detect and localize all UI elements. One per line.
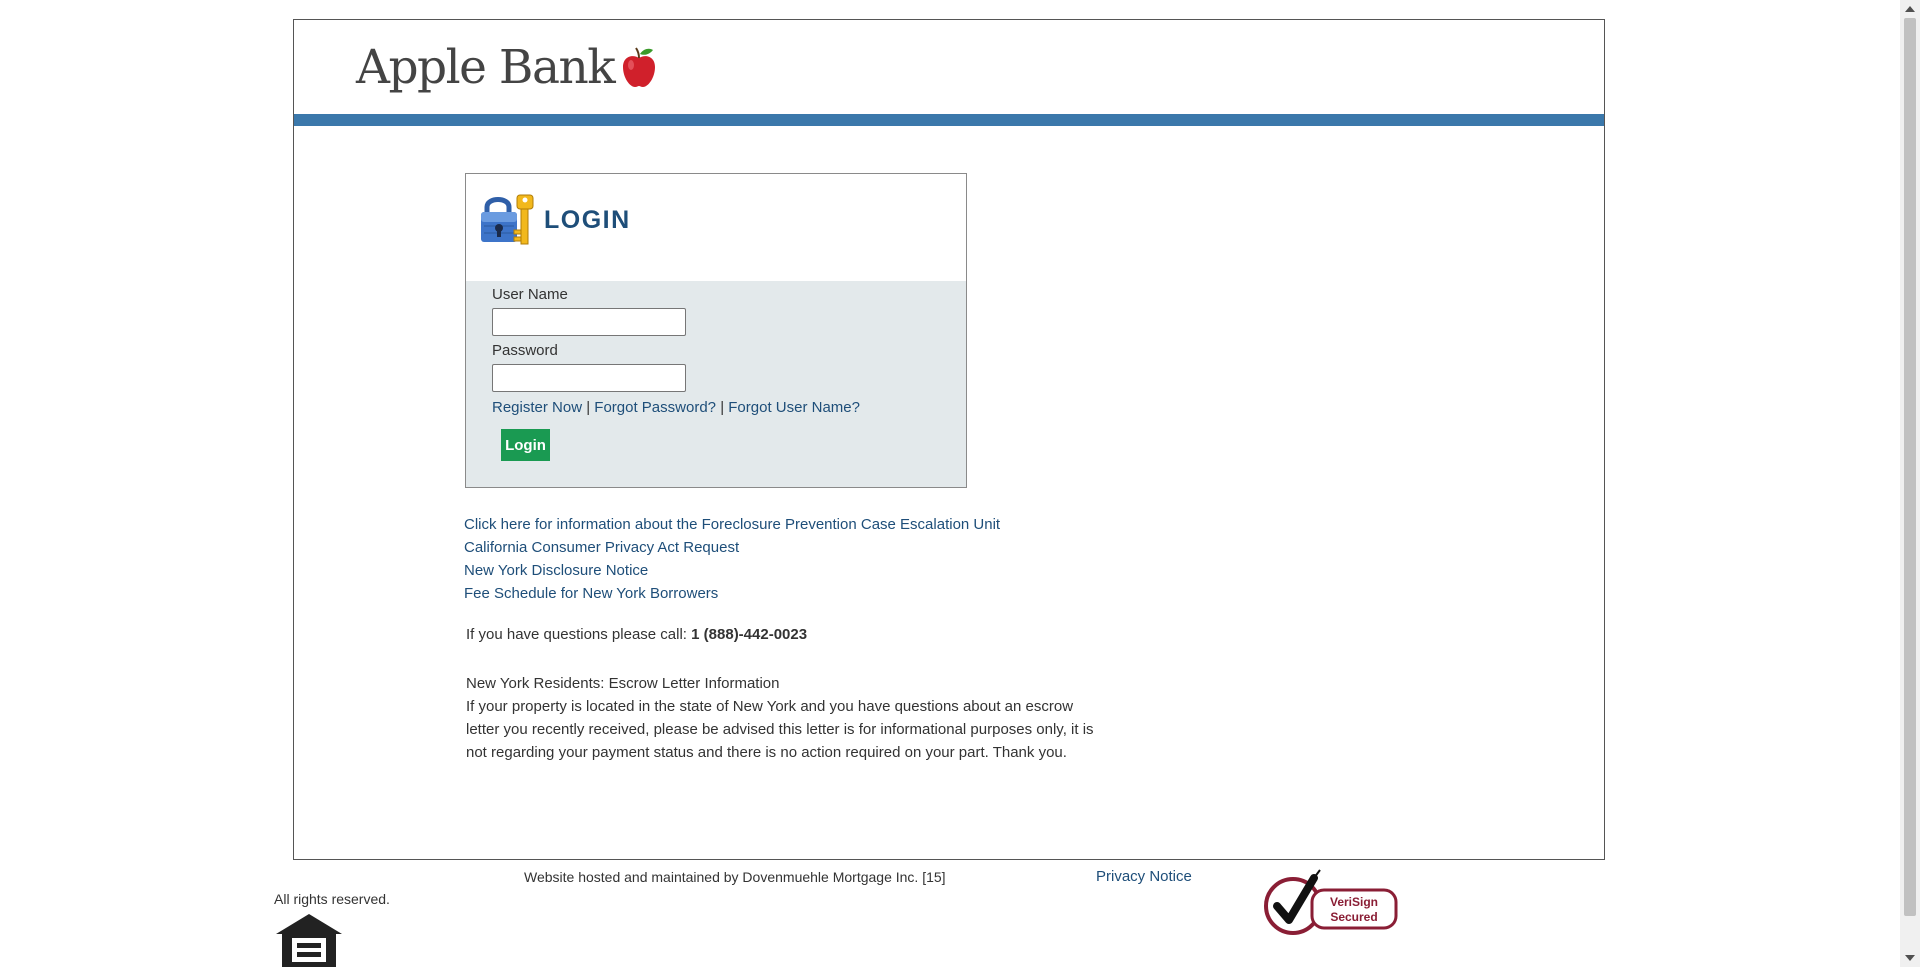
verisign-line2: Secured — [1330, 910, 1377, 924]
verisign-line1: VeriSign — [1330, 895, 1378, 909]
apple-logo-icon — [620, 45, 658, 94]
fee-schedule-link[interactable]: Fee Schedule for New York Borrowers — [464, 582, 1000, 605]
login-title: LOGIN — [544, 206, 631, 234]
apple-bank-logo[interactable]: Apple Bank — [356, 41, 658, 94]
login-button[interactable]: Login — [501, 429, 550, 461]
link-separator: | — [720, 399, 725, 416]
login-panel: LOGIN User Name Password Register Now | … — [465, 173, 967, 488]
privacy-notice-link[interactable]: Privacy Notice — [1096, 868, 1192, 885]
logo-text: Apple Bank — [356, 40, 616, 95]
username-label: User Name — [492, 286, 568, 303]
link-separator: | — [586, 399, 591, 416]
verisign-secured-badge[interactable]: VeriSign Secured — [1262, 866, 1398, 941]
ny-disclosure-link[interactable]: New York Disclosure Notice — [464, 559, 1000, 582]
ccpa-request-link[interactable]: California Consumer Privacy Act Request — [464, 536, 1000, 559]
escrow-notice: New York Residents: Escrow Letter Inform… — [466, 672, 1106, 764]
page-scrollbar[interactable] — [1900, 0, 1920, 967]
forgot-username-link[interactable]: Forgot User Name? — [728, 399, 860, 416]
contact-prefix: If you have questions please call: — [466, 626, 687, 643]
contact-line: If you have questions please call: 1 (88… — [466, 626, 807, 643]
contact-phone: 1 (888)-442-0023 — [691, 626, 808, 643]
hosted-by-text: Website hosted and maintained by Dovenmu… — [524, 869, 946, 885]
scrollbar-thumb[interactable] — [1904, 18, 1916, 916]
info-links: Click here for information about the For… — [464, 513, 1000, 605]
rights-text: All rights reserved. — [274, 891, 390, 907]
header-bar — [294, 114, 1604, 126]
page-frame: Apple Bank LOGIN User Name Password Regi… — [293, 19, 1605, 860]
equal-housing-icon — [274, 912, 344, 972]
login-form: User Name Password Register Now | Forgot… — [466, 281, 966, 487]
scroll-up-arrow-icon[interactable] — [1900, 0, 1920, 18]
escrow-heading: New York Residents: Escrow Letter Inform… — [466, 675, 780, 692]
foreclosure-prevention-link[interactable]: Click here for information about the For… — [464, 513, 1000, 536]
scroll-down-arrow-icon[interactable] — [1900, 949, 1920, 967]
register-now-link[interactable]: Register Now — [492, 399, 582, 416]
login-links: Register Now | Forgot Password? | Forgot… — [492, 399, 860, 416]
password-label: Password — [492, 342, 558, 359]
username-input[interactable] — [492, 308, 686, 336]
escrow-body: If your property is located in the state… — [466, 698, 1094, 761]
login-header: LOGIN — [478, 190, 631, 251]
password-input[interactable] — [492, 364, 686, 392]
padlock-key-icon — [478, 190, 536, 251]
forgot-password-link[interactable]: Forgot Password? — [594, 399, 716, 416]
